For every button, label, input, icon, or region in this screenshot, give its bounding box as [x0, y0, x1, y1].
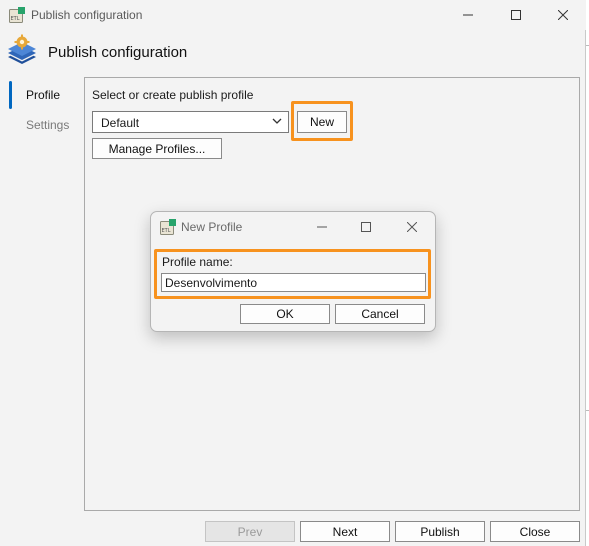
etl-app-icon: ETL [9, 7, 25, 23]
close-window-button[interactable] [548, 1, 578, 29]
profile-name-label: Profile name: [162, 255, 233, 269]
svg-text:ETL: ETL [162, 228, 171, 234]
nav-item-settings[interactable]: Settings [26, 118, 69, 132]
new-profile-dialog: ETL New Profile Profile name: Desenvolvi… [150, 211, 436, 332]
dialog-title: New Profile [181, 220, 243, 234]
dialog-close-button[interactable] [398, 215, 426, 239]
chevron-down-icon [271, 115, 283, 127]
prev-button[interactable]: Prev [205, 521, 295, 542]
profile-select[interactable]: Default [92, 111, 289, 133]
ok-button[interactable]: OK [240, 304, 330, 324]
title-bar[interactable]: ETL Publish configuration [0, 0, 586, 30]
page-title: Publish configuration [48, 44, 188, 61]
window-title: Publish configuration [31, 8, 143, 22]
manage-profiles-button[interactable]: Manage Profiles... [92, 138, 222, 159]
dialog-maximize-button[interactable] [352, 215, 380, 239]
publish-button[interactable]: Publish [395, 521, 485, 542]
cancel-button[interactable]: Cancel [335, 304, 425, 324]
close-icon [407, 222, 417, 232]
svg-text:ETL: ETL [11, 16, 20, 22]
next-button[interactable]: Next [300, 521, 390, 542]
publish-layers-gear-icon [6, 34, 38, 66]
close-icon [558, 10, 568, 20]
profile-select-value: Default [101, 116, 140, 130]
etl-app-icon: ETL [160, 219, 176, 235]
maximize-button[interactable] [501, 1, 531, 29]
minimize-button[interactable] [453, 1, 483, 29]
profile-prompt-label: Select or create publish profile [92, 88, 254, 102]
minimize-icon [317, 226, 327, 228]
new-profile-button[interactable]: New [297, 111, 347, 133]
nav-selection-indicator [9, 81, 12, 109]
maximize-icon [361, 222, 371, 232]
dialog-minimize-button[interactable] [308, 215, 336, 239]
nav-item-profile[interactable]: Profile [26, 88, 60, 102]
maximize-icon [511, 10, 521, 20]
profile-name-input[interactable]: Desenvolvimento [161, 273, 426, 292]
minimize-icon [463, 14, 473, 16]
close-button[interactable]: Close [490, 521, 580, 542]
